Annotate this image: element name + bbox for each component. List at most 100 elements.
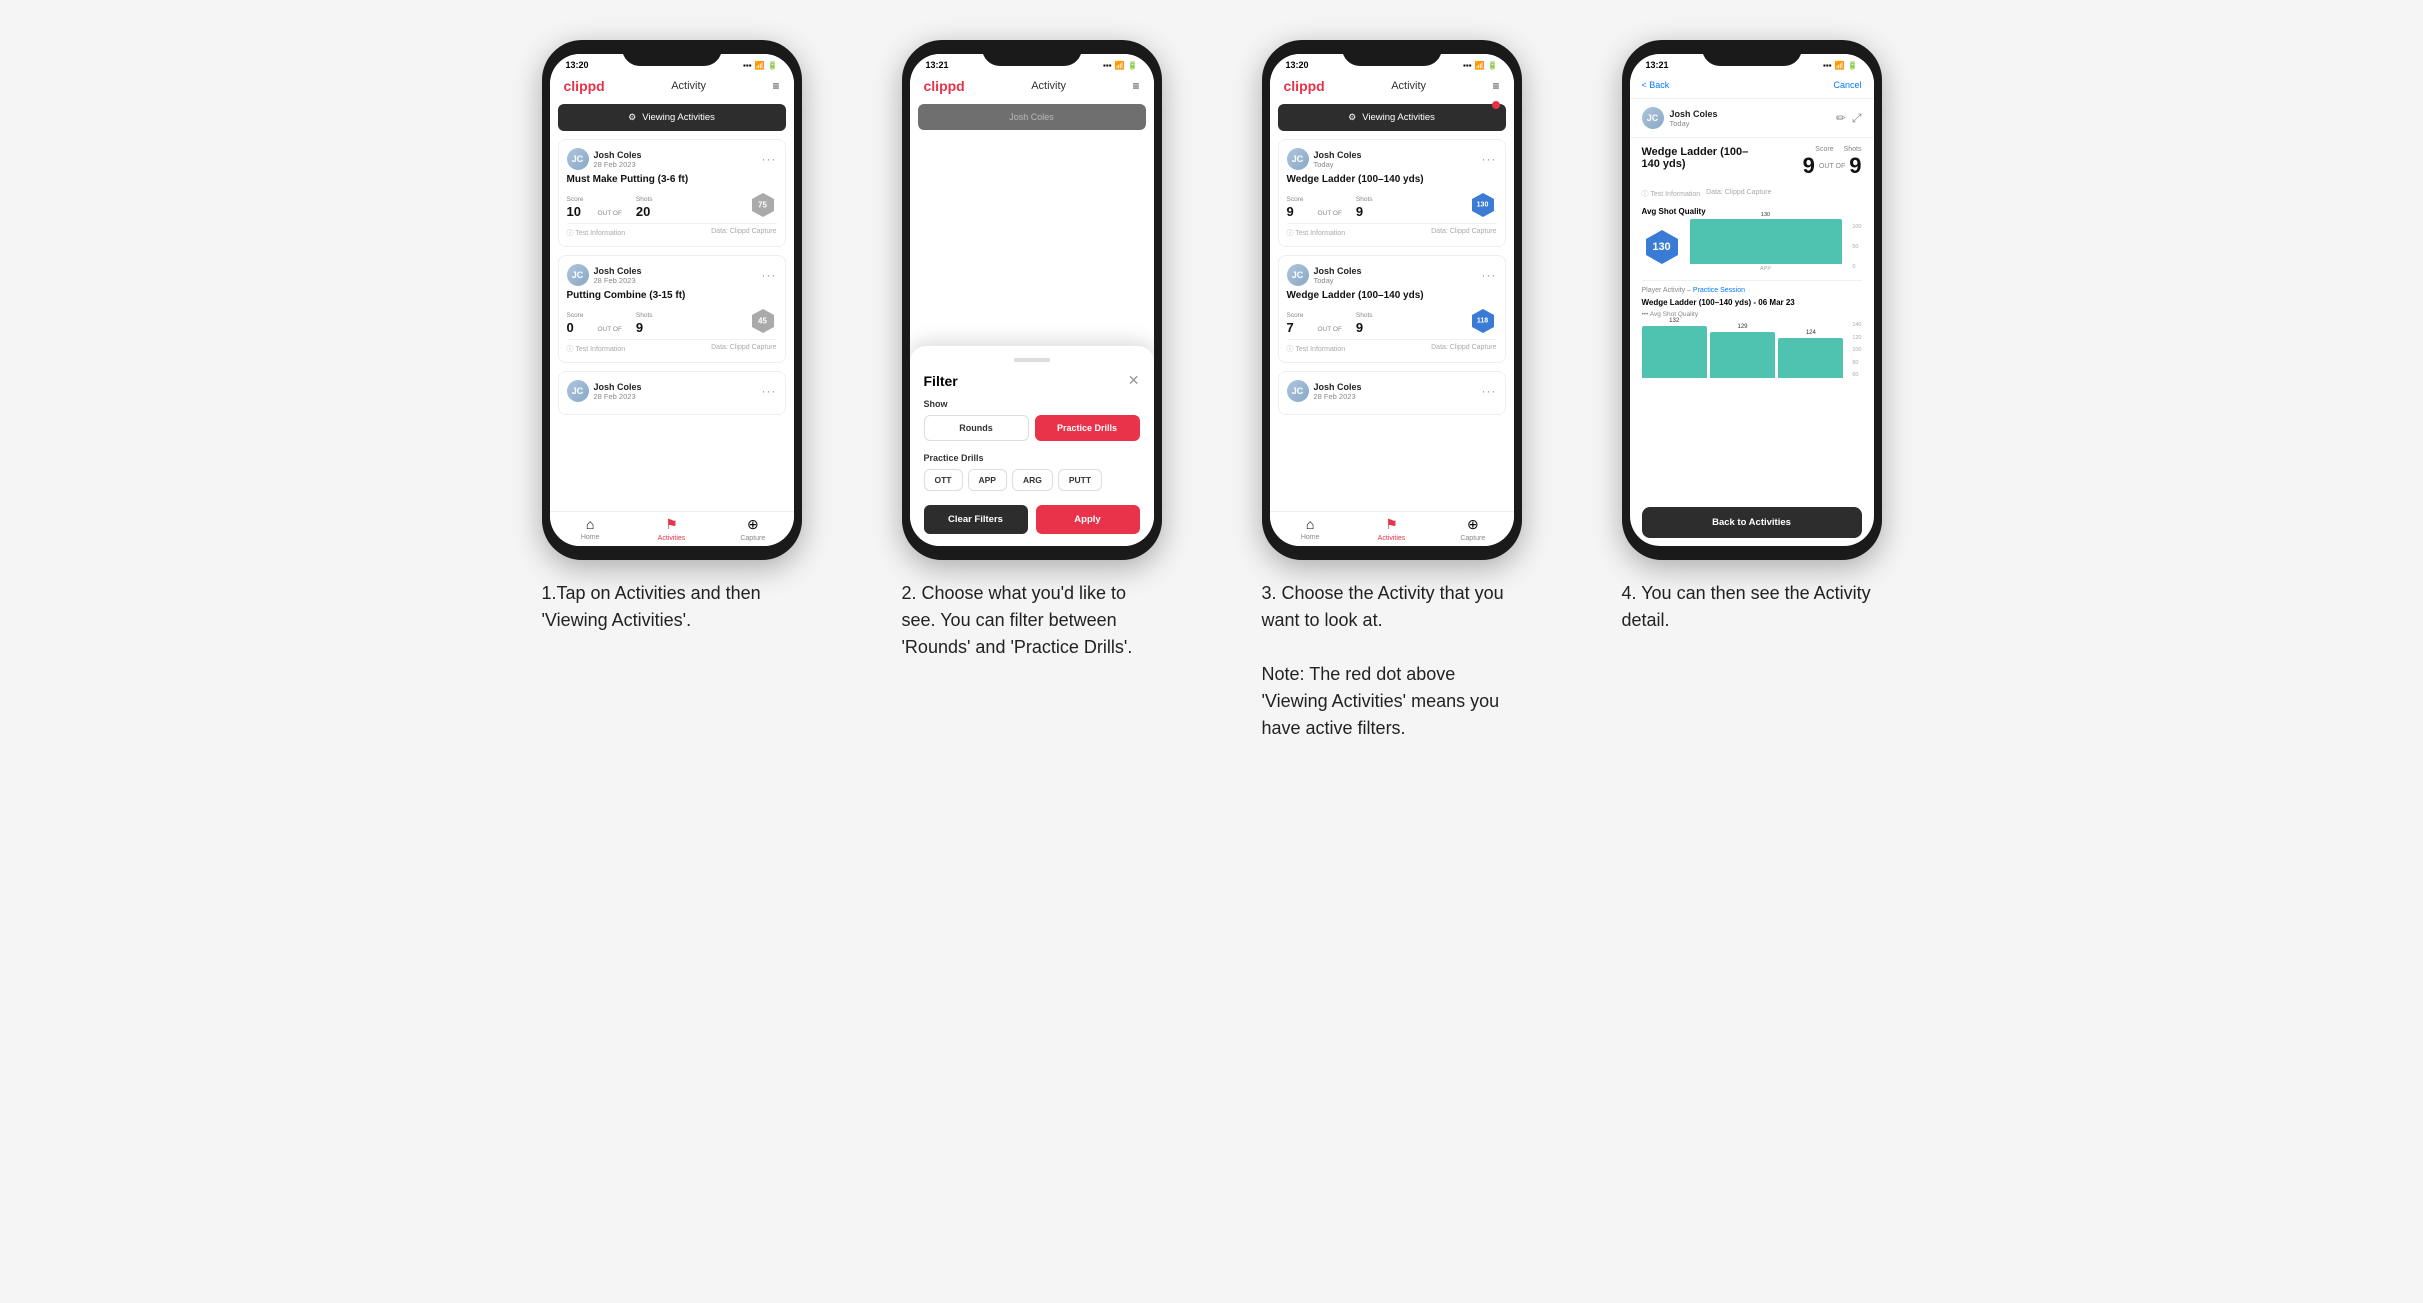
more-options-3[interactable]: ···: [762, 384, 777, 398]
detail-user-info: JC Josh Coles Today: [1642, 107, 1718, 129]
card-header-3-2: JC Josh Coles Today ···: [1287, 264, 1497, 286]
close-filter-button[interactable]: ✕: [1128, 372, 1140, 389]
active-filter-dot-3: [1492, 101, 1500, 109]
caption-3: 3. Choose the Activity that you want to …: [1262, 580, 1522, 742]
user-name-3-2: Josh Coles: [1314, 266, 1362, 276]
wedge-chart-section: Wedge Ladder (100–140 yds) - 06 Mar 23 •…: [1642, 298, 1862, 392]
stats-row-1: Score 10 OUT OF Shots 20: [567, 191, 777, 219]
user-info-3-3: JC Josh Coles 28 Feb 2023: [1287, 380, 1362, 402]
putt-filter-button[interactable]: PUTT: [1058, 469, 1102, 491]
expand-icon[interactable]: ⤢: [1852, 111, 1862, 126]
card-footer-2: ⓘ Test Information Data: Clippd Capture: [567, 339, 777, 354]
capture-label-1: Capture: [740, 535, 765, 542]
rounds-filter-button[interactable]: Rounds: [924, 415, 1029, 441]
activity-card-3-3[interactable]: JC Josh Coles 28 Feb 2023 ···: [1278, 371, 1506, 415]
nav-capture-3[interactable]: ⊕ Capture: [1432, 516, 1513, 542]
phone-1-frame: 13:20 ▪▪▪ 📶 🔋 clippd Activity ≡ ⚙ Vi: [542, 40, 802, 560]
avatar-3: JC: [567, 380, 589, 402]
caption-2: 2. Choose what you'd like to see. You ca…: [902, 580, 1162, 661]
wifi-icon: 📶: [755, 61, 765, 70]
arg-filter-button[interactable]: ARG: [1012, 469, 1053, 491]
user-name-2: Josh Coles: [594, 266, 642, 276]
more-options-3-2[interactable]: ···: [1482, 268, 1497, 282]
viewing-banner-3[interactable]: ⚙ Viewing Activities: [1278, 104, 1506, 131]
header-title-2: Activity: [1031, 80, 1066, 92]
cancel-button[interactable]: Cancel: [1833, 80, 1861, 90]
wedge-chart-title: Wedge Ladder (100–140 yds) - 06 Mar 23: [1642, 298, 1862, 307]
ott-filter-button[interactable]: OTT: [924, 469, 963, 491]
back-to-activities-button[interactable]: Back to Activities: [1642, 507, 1862, 538]
filter-icon-3: ⚙: [1348, 112, 1356, 123]
activity-card-3-2[interactable]: JC Josh Coles Today ··· Wedge Ladder (10…: [1278, 255, 1506, 363]
bar-1: 132: [1642, 318, 1707, 378]
more-options-1[interactable]: ···: [762, 152, 777, 166]
page-container: 13:20 ▪▪▪ 📶 🔋 clippd Activity ≡ ⚙ Vi: [512, 40, 1912, 742]
hexagon-2: 45: [749, 307, 777, 335]
detail-action-icons: ✏ ⤢: [1836, 111, 1862, 126]
more-options-2[interactable]: ···: [762, 268, 777, 282]
hexagon-3-1: 130: [1469, 191, 1497, 219]
edit-icon[interactable]: ✏: [1836, 111, 1846, 126]
stats-row-3-2: Score 7 OUT OF Shots 9 1: [1287, 307, 1497, 335]
detail-shots: 9: [1849, 153, 1861, 179]
signal-icon-3: ▪▪▪: [1463, 61, 1472, 70]
user-name-1: Josh Coles: [594, 150, 642, 160]
nav-home-1[interactable]: ⌂ Home: [550, 516, 631, 542]
menu-icon-2[interactable]: ≡: [1132, 79, 1139, 93]
phone-2-frame: 13:21 ▪▪▪ 📶 🔋 clippd Activity ≡ Josh Col…: [902, 40, 1162, 560]
clear-filters-button[interactable]: Clear Filters: [924, 505, 1028, 534]
phone-notch: [622, 40, 722, 66]
filter-handle: [1014, 358, 1050, 362]
menu-icon-1[interactable]: ≡: [772, 79, 779, 93]
viewing-banner-1[interactable]: ⚙ Viewing Activities: [558, 104, 786, 131]
status-icons-1: ▪▪▪ 📶 🔋: [743, 61, 777, 70]
nav-activities-1[interactable]: ⚑ Activities: [631, 516, 712, 542]
battery-icon: 🔋: [768, 61, 778, 70]
home-icon-3: ⌂: [1306, 516, 1314, 532]
shot-quality-badge-3-1: 130: [1469, 191, 1497, 219]
more-options-3-1[interactable]: ···: [1482, 152, 1497, 166]
nav-activities-3[interactable]: ⚑ Activities: [1351, 516, 1432, 542]
practice-drills-filter-button[interactable]: Practice Drills: [1035, 415, 1140, 441]
phone-2-screen: 13:21 ▪▪▪ 📶 🔋 clippd Activity ≡ Josh Col…: [910, 54, 1154, 546]
home-label-3: Home: [1301, 534, 1320, 541]
step-4-col: 13:21 ▪▪▪ 📶 🔋 < Back Cancel: [1592, 40, 1912, 742]
menu-icon-3[interactable]: ≡: [1492, 79, 1499, 93]
battery-icon-2: 🔋: [1128, 61, 1138, 70]
activity-card-1[interactable]: JC Josh Coles 28 Feb 2023 ··· Must Make …: [558, 139, 786, 247]
clippd-logo-2: clippd: [924, 78, 965, 94]
practice-session-section: Player Activity – Practice Session: [1642, 280, 1862, 294]
drill-type-buttons: OTT APP ARG PUTT: [924, 469, 1140, 491]
battery-icon-3: 🔋: [1488, 61, 1498, 70]
app-header-1: clippd Activity ≡: [550, 72, 794, 100]
activity-card-3-1[interactable]: JC Josh Coles Today ··· Wedge Ladder (10…: [1278, 139, 1506, 247]
step-2-col: 13:21 ▪▪▪ 📶 🔋 clippd Activity ≡ Josh Col…: [872, 40, 1192, 742]
wifi-icon-4: 📶: [1835, 61, 1845, 70]
app-filter-button[interactable]: APP: [968, 469, 1007, 491]
activity-card-2[interactable]: JC Josh Coles 28 Feb 2023 ··· Putting Co…: [558, 255, 786, 363]
battery-icon-4: 🔋: [1848, 61, 1858, 70]
hexagon-1: 75: [749, 191, 777, 219]
apply-filter-button[interactable]: Apply: [1036, 505, 1140, 534]
time-2: 13:21: [926, 60, 949, 70]
dimmed-user-2: Josh Coles: [1009, 112, 1054, 122]
wifi-icon-3: 📶: [1475, 61, 1485, 70]
activities-label-1: Activities: [658, 535, 686, 542]
user-name-4: Josh Coles: [1670, 109, 1718, 119]
hexagon-3-2: 118: [1469, 307, 1497, 335]
activities-icon-1: ⚑: [665, 516, 678, 533]
nav-capture-1[interactable]: ⊕ Capture: [712, 516, 793, 542]
bottom-nav-3: ⌂ Home ⚑ Activities ⊕ Capture: [1270, 511, 1514, 546]
time-3: 13:20: [1286, 60, 1309, 70]
detail-content: Wedge Ladder (100–140 yds) Score Shots: [1630, 138, 1874, 507]
step-3-col: 13:20 ▪▪▪ 📶 🔋 clippd Activity ≡ ⚙: [1232, 40, 1552, 742]
phone-3-screen: 13:20 ▪▪▪ 📶 🔋 clippd Activity ≡ ⚙: [1270, 54, 1514, 546]
activity-card-3[interactable]: JC Josh Coles 28 Feb 2023 ···: [558, 371, 786, 415]
nav-home-3[interactable]: ⌂ Home: [1270, 516, 1351, 542]
avatar-3-3: JC: [1287, 380, 1309, 402]
detail-activity-name: Wedge Ladder (100–140 yds): [1642, 146, 1762, 170]
card-header-3-3: JC Josh Coles 28 Feb 2023 ···: [1287, 380, 1497, 402]
back-button[interactable]: < Back: [1642, 80, 1670, 90]
more-options-3-3[interactable]: ···: [1482, 384, 1497, 398]
filter-action-row: Clear Filters Apply: [924, 505, 1140, 534]
